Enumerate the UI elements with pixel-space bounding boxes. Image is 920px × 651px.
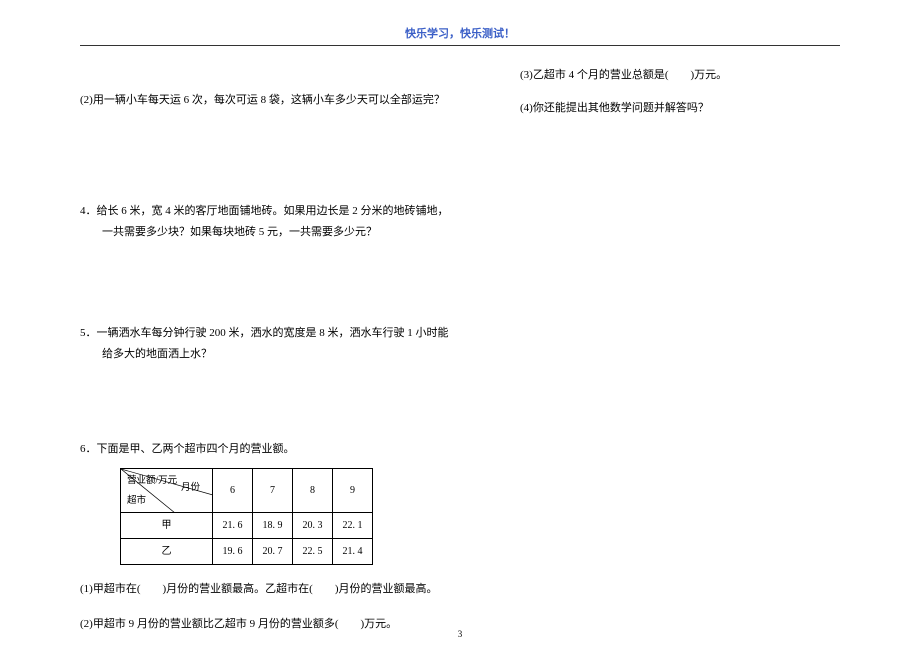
row-name: 乙 [121,539,213,565]
cell: 18. 9 [253,513,293,539]
diag-label-top: 营业额/万元 [127,472,177,490]
cell: 21. 4 [333,539,373,565]
question-4: 4．给长 6 米，宽 4 米的客厅地面铺地砖。如果用边长是 2 分米的地砖铺地，… [80,201,460,243]
question-6-sub3: (3)乙超市 4 个月的营业总额是( )万元。 [520,65,890,86]
question-4-line2: 一共需要多少块？如果每块地砖 5 元，一共需要多少元？ [102,222,460,243]
cell: 22. 5 [293,539,333,565]
left-column: (2)用一辆小车每天运 6 次，每次可运 8 袋，这辆小车多少天可以全部运完？ … [80,65,460,643]
question-6-sub4: (4)你还能提出其他数学问题并解答吗？ [520,98,890,119]
diagonal-header-cell: 营业额/万元 月份 超市 [121,469,213,513]
question-4-line1: 给长 6 米，宽 4 米的客厅地面铺地砖。如果用边长是 2 分米的地砖铺地， [97,205,449,217]
question-5-line2: 给多大的地面洒上水？ [102,344,460,365]
cell: 21. 6 [213,513,253,539]
right-column: (3)乙超市 4 个月的营业总额是( )万元。 (4)你还能提出其他数学问题并解… [520,65,890,127]
question-6-sub1: (1)甲超市在( )月份的营业额最高。乙超市在( )月份的营业额最高。 [80,579,460,600]
data-table-wrap: 营业额/万元 月份 超市 6 7 8 9 甲 21. 6 18. 9 20. 3… [120,468,460,565]
cell: 19. 6 [213,539,253,565]
diag-label-right: 月份 [181,479,200,497]
question-5-line1: 一辆洒水车每分钟行驶 200 米，洒水的宽度是 8 米，洒水车行驶 1 小时能 [97,327,449,339]
row-name: 甲 [121,513,213,539]
diag-label-bottom: 超市 [127,492,146,510]
cell: 20. 7 [253,539,293,565]
data-table: 营业额/万元 月份 超市 6 7 8 9 甲 21. 6 18. 9 20. 3… [120,468,373,565]
question-2-sub2: (2)用一辆小车每天运 6 次，每次可运 8 袋，这辆小车多少天可以全部运完？ [80,90,460,111]
page-header: 快乐学习，快乐测试！ [0,0,920,45]
month-header: 8 [293,469,333,513]
cell: 22. 1 [333,513,373,539]
header-rule [80,45,840,46]
table-row: 乙 19. 6 20. 7 22. 5 21. 4 [121,539,373,565]
question-6-sub2: (2)甲超市 9 月份的营业额比乙超市 9 月份的营业额多( )万元。 [80,614,460,635]
table-row: 甲 21. 6 18. 9 20. 3 22. 1 [121,513,373,539]
question-4-number: 4． [80,205,97,217]
cell: 20. 3 [293,513,333,539]
question-6: 6．下面是甲、乙两个超市四个月的营业额。 营业额/万元 月份 超市 6 7 [80,439,460,635]
table-header-row: 营业额/万元 月份 超市 6 7 8 9 [121,469,373,513]
question-6-number: 6． [80,443,97,455]
page-number: 3 [458,629,463,639]
month-header: 7 [253,469,293,513]
month-header: 6 [213,469,253,513]
question-6-title: 下面是甲、乙两个超市四个月的营业额。 [97,443,295,455]
month-header: 9 [333,469,373,513]
question-5-number: 5． [80,327,97,339]
question-5: 5．一辆洒水车每分钟行驶 200 米，洒水的宽度是 8 米，洒水车行驶 1 小时… [80,323,460,365]
